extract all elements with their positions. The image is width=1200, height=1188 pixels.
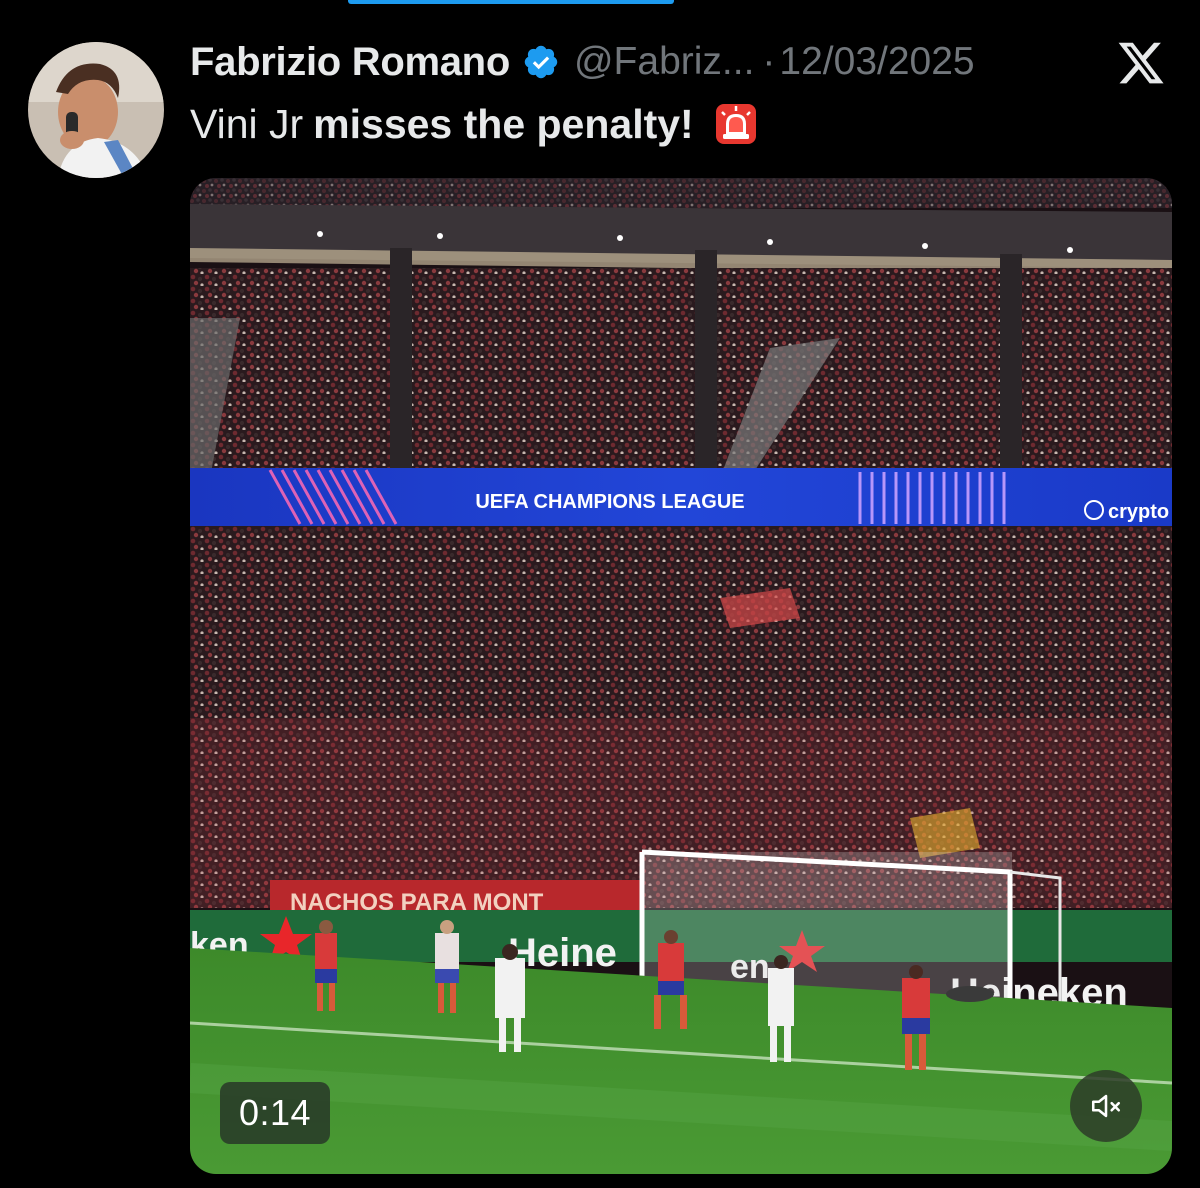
siren-icon <box>715 104 756 144</box>
separator-dot: · <box>762 40 776 83</box>
tweet-text: Vini Jr misses the penalty! <box>190 96 758 152</box>
author-name[interactable]: Fabrizio Romano <box>190 40 510 85</box>
tweet-date[interactable]: 12/03/2025 <box>779 40 974 84</box>
tweet-header: Fabrizio Romano @Fabriz... · 12/03/2025 <box>190 36 1180 88</box>
video-duration: 0:14 <box>220 1082 330 1144</box>
video-player[interactable]: UEFA CHAMPIONS LEAGUE crypto NACHOS PARA… <box>190 178 1172 1174</box>
x-logo-icon[interactable] <box>1114 38 1168 88</box>
author-handle[interactable]: @Fabriz... <box>574 40 754 84</box>
speaker-muted-icon <box>1091 1094 1121 1118</box>
led-board-sponsor: crypto <box>1108 501 1169 523</box>
avatar[interactable] <box>28 42 164 178</box>
tweet-text-plain: Vini Jr <box>190 100 304 147</box>
top-scroll-indicator <box>348 0 674 4</box>
tweet-text-bold: misses the penalty! <box>313 100 694 147</box>
verified-badge-icon <box>524 45 558 79</box>
avatar-image <box>28 42 164 178</box>
mute-button[interactable] <box>1070 1070 1142 1142</box>
video-frame: UEFA CHAMPIONS LEAGUE crypto NACHOS PARA… <box>190 178 1172 1174</box>
led-board-text: UEFA CHAMPIONS LEAGUE <box>475 491 744 513</box>
